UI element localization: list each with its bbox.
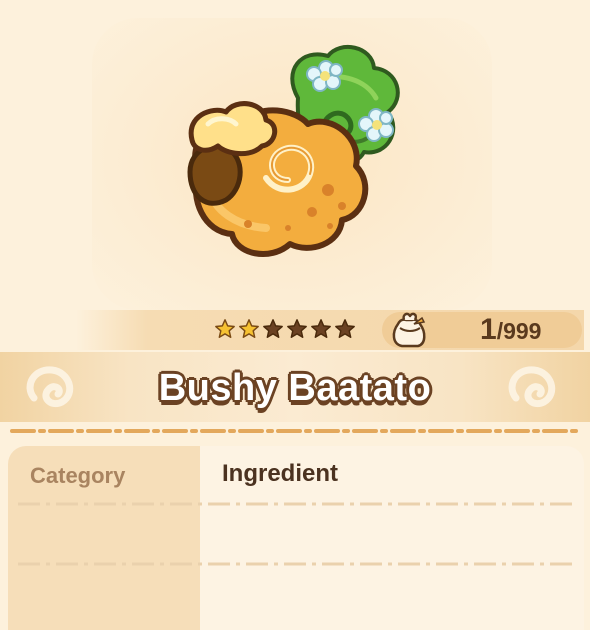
- item-details-table: Category Ingredient: [8, 446, 584, 630]
- max-count: 999: [503, 318, 542, 344]
- bushy-baatato-item-art: [187, 45, 400, 258]
- star-rating: [214, 316, 356, 344]
- owned-count: 1: [480, 313, 497, 346]
- star-icon: [287, 319, 307, 338]
- star-icon: [263, 319, 283, 338]
- item-title: Bushy Baatato: [158, 367, 432, 409]
- row-divider: [18, 502, 574, 506]
- row-divider: [18, 562, 574, 566]
- star-icon: [215, 319, 235, 338]
- star-icon: [239, 319, 259, 338]
- inventory-count: 1/999: [480, 312, 541, 348]
- category-value: Ingredient: [222, 460, 339, 487]
- star-icon: [335, 319, 355, 338]
- category-label: Category: [30, 463, 126, 488]
- dotted-divider: [10, 429, 580, 433]
- pouch-icon: [392, 312, 426, 348]
- star-icon: [311, 319, 331, 338]
